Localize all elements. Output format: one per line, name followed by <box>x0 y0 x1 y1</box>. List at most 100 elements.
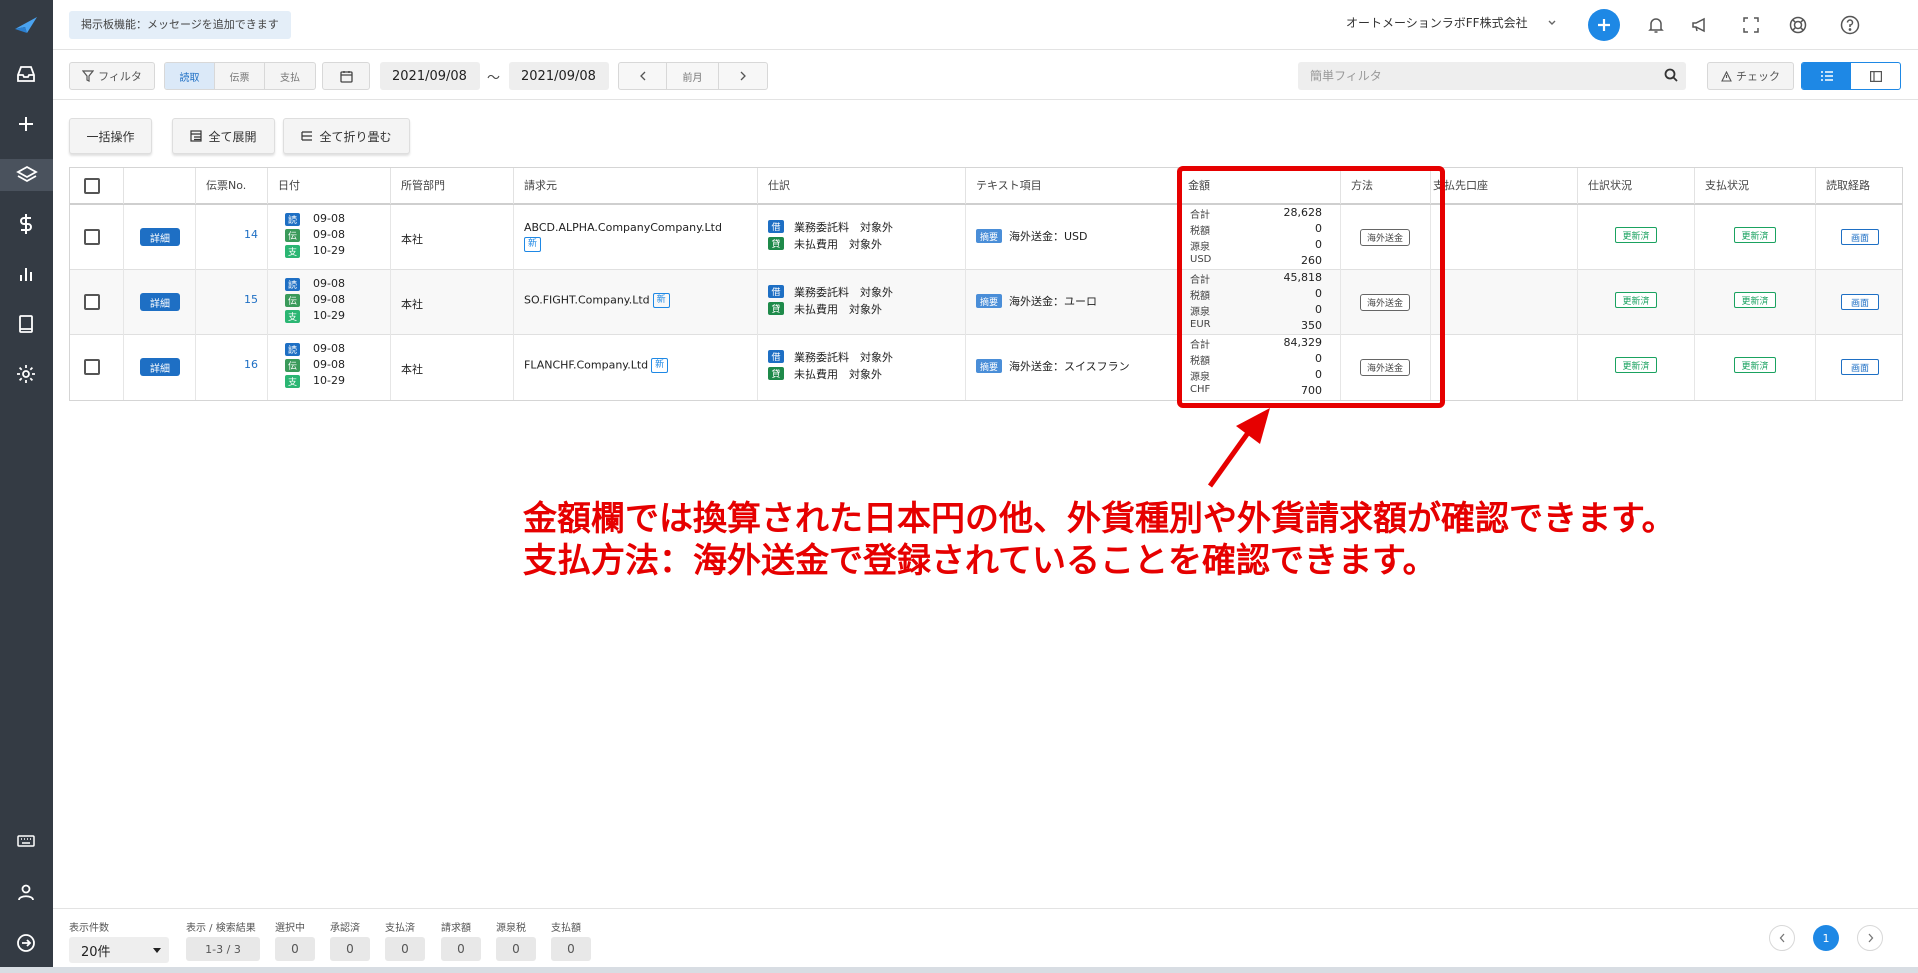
footer-bar: 表示件数 20件 表示 / 検索結果 1-3 / 3 選択中 0 承認済 0 支… <box>53 908 1918 973</box>
debit-badge: 借 <box>768 350 784 363</box>
header-read-route[interactable]: 読取経路 <box>1816 168 1904 204</box>
result-value: 1-3 / 3 <box>186 937 260 961</box>
header-payment-status[interactable]: 支払状況 <box>1695 168 1816 204</box>
annotation-line-1: 金額欄では換算された日本円の他、外貨種別や外貨請求額が確認できます。 <box>523 499 1676 539</box>
prev-page-button[interactable] <box>1769 925 1795 951</box>
header-journal[interactable]: 仕訳 <box>758 168 966 204</box>
header-journal-status[interactable]: 仕訳状況 <box>1578 168 1695 204</box>
table-row[interactable]: 詳細 16 読 09-08 伝 09-08 支 10-29 本社 FLANCHF… <box>70 335 1902 400</box>
book-icon[interactable] <box>11 309 41 339</box>
expand-all-button[interactable]: 全て展開 <box>172 118 275 154</box>
split-view-button[interactable] <box>1851 63 1900 89</box>
journal-status-badge[interactable]: 更新済 <box>1615 227 1657 243</box>
collapse-all-button[interactable]: 全て折り畳む <box>283 118 410 154</box>
read-route-badge[interactable]: 画面 <box>1841 294 1879 310</box>
summary-badge: 摘要 <box>976 294 1003 308</box>
inbox-icon[interactable] <box>11 59 41 89</box>
header-select-cell <box>70 168 124 204</box>
prev-month-label[interactable]: 前月 <box>667 63 719 89</box>
header-payee-account[interactable]: 支払先口座 <box>1431 168 1578 204</box>
logo-icon[interactable] <box>11 10 41 40</box>
header-date[interactable]: 日付 <box>268 168 391 204</box>
logout-icon[interactable] <box>11 928 41 958</box>
next-month-button[interactable] <box>719 63 767 89</box>
next-page-button[interactable] <box>1857 925 1883 951</box>
page-number-button[interactable]: 1 <box>1813 925 1839 951</box>
payment-status-badge[interactable]: 更新済 <box>1734 227 1776 243</box>
approved-label: 承認済 <box>330 923 360 934</box>
chevron-left-icon <box>639 71 645 81</box>
withholding-tax-label: 源泉税 <box>496 923 526 934</box>
date-separator: 〜 <box>487 71 501 86</box>
read-date-badge: 読 <box>285 213 300 226</box>
filter-button[interactable]: フィルタ <box>69 62 155 90</box>
per-page-label: 表示件数 <box>69 923 109 934</box>
bulk-action-button[interactable]: 一括操作 <box>69 118 152 154</box>
help-icon[interactable] <box>1838 13 1862 37</box>
payment-status-badge[interactable]: 更新済 <box>1734 292 1776 308</box>
keyboard-icon[interactable] <box>11 826 41 856</box>
segment-payment[interactable]: 支払 <box>265 63 315 89</box>
horizontal-scrollbar[interactable] <box>0 967 1918 973</box>
text-item: 海外送金：ユーロ <box>1009 295 1097 308</box>
fullscreen-icon[interactable] <box>1739 13 1763 37</box>
voucher-no[interactable]: 16 <box>218 358 258 371</box>
read-date-badge: 読 <box>285 343 300 356</box>
warning-icon <box>1721 70 1732 82</box>
annotation-line-2: 支払方法：海外送金で登録されていることを確認できます。 <box>523 541 1437 581</box>
text-item: 海外送金：スイスフラン <box>1009 360 1130 373</box>
chart-icon[interactable] <box>11 259 41 289</box>
mode-segment: 読取 伝票 支払 <box>164 62 316 90</box>
table-row[interactable]: 詳細 15 読 09-08 伝 09-08 支 10-29 本社 SO.FIGH… <box>70 270 1902 335</box>
read-route-badge[interactable]: 画面 <box>1841 229 1879 245</box>
calendar-button[interactable] <box>322 62 370 90</box>
header-text-item[interactable]: テキスト項目 <box>966 168 1178 204</box>
read-route-badge[interactable]: 画面 <box>1841 359 1879 375</box>
header-department[interactable]: 所管部門 <box>391 168 514 204</box>
result-label: 表示 / 検索結果 <box>186 923 256 934</box>
payment-status-badge[interactable]: 更新済 <box>1734 357 1776 373</box>
credit-badge: 貸 <box>768 302 784 315</box>
check-button[interactable]: チェック <box>1707 62 1794 90</box>
user-icon[interactable] <box>11 877 41 907</box>
segment-read[interactable]: 読取 <box>165 63 215 89</box>
summary-badge: 摘要 <box>976 229 1003 243</box>
row-checkbox[interactable] <box>84 229 100 245</box>
segment-voucher[interactable]: 伝票 <box>215 63 265 89</box>
chevron-down-icon[interactable] <box>1547 13 1557 32</box>
add-icon[interactable] <box>11 109 41 139</box>
bell-icon[interactable] <box>1644 13 1668 37</box>
journal-status-badge[interactable]: 更新済 <box>1615 357 1657 373</box>
per-page-select[interactable]: 20件 <box>69 937 169 963</box>
date-from-input[interactable]: 2021/09/08 <box>380 62 480 90</box>
settings-icon[interactable] <box>11 359 41 389</box>
detail-button[interactable]: 詳細 <box>140 358 180 376</box>
voucher-no[interactable]: 15 <box>218 293 258 306</box>
debit-account: 業務委託料 対象外 <box>794 221 893 234</box>
withholding-tax-value: 0 <box>496 937 536 961</box>
date-to-input[interactable]: 2021/09/08 <box>509 62 609 90</box>
support-icon[interactable] <box>1786 13 1810 37</box>
notice-board[interactable]: 掲示板機能：メッセージを追加できます <box>69 11 291 39</box>
header-vendor[interactable]: 請求元 <box>514 168 758 204</box>
select-all-checkbox[interactable] <box>84 178 100 194</box>
quick-filter-input[interactable] <box>1298 62 1686 90</box>
vendor-name-line: SO.FIGHT.Company.Ltd 新 <box>524 293 670 308</box>
create-button[interactable] <box>1588 9 1620 41</box>
detail-button[interactable]: 詳細 <box>140 228 180 246</box>
company-selector[interactable]: オートメーションラボFF株式会社 <box>1346 14 1528 31</box>
dollar-icon[interactable] <box>11 209 41 239</box>
search-icon[interactable] <box>1664 67 1678 86</box>
megaphone-icon[interactable] <box>1688 13 1712 37</box>
layers-icon[interactable] <box>0 159 53 191</box>
prev-month-button[interactable] <box>619 63 667 89</box>
journal-status-badge[interactable]: 更新済 <box>1615 292 1657 308</box>
voucher-no[interactable]: 14 <box>218 228 258 241</box>
calendar-icon <box>339 70 353 83</box>
row-checkbox[interactable] <box>84 359 100 375</box>
table-row[interactable]: 詳細 14 読 09-08 伝 09-08 支 10-29 本社 ABCD.AL… <box>70 205 1902 270</box>
list-view-button[interactable] <box>1802 63 1851 89</box>
header-voucher-no[interactable]: 伝票No. <box>196 168 268 204</box>
row-checkbox[interactable] <box>84 294 100 310</box>
detail-button[interactable]: 詳細 <box>140 293 180 311</box>
